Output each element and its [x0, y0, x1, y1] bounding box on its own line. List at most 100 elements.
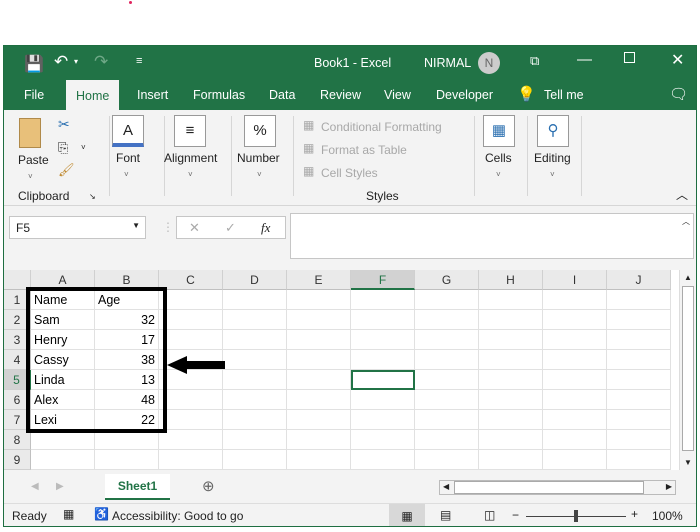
alignment-button[interactable]: Alignment [164, 151, 217, 165]
minimize-icon[interactable]: — [577, 51, 592, 68]
format-painter-icon[interactable]: 🖌 [58, 162, 75, 178]
cell-C8[interactable] [159, 430, 223, 450]
cell-H4[interactable] [479, 350, 543, 370]
column-header-J[interactable]: J [607, 270, 671, 290]
cut-icon[interactable]: ✂ [58, 116, 70, 133]
accessibility-icon[interactable]: ♿ [94, 507, 109, 521]
close-icon[interactable]: ✕ [671, 50, 684, 70]
cell-G6[interactable] [415, 390, 479, 410]
undo-dropdown-icon[interactable]: ▾ [74, 57, 78, 66]
column-header-C[interactable]: C [159, 270, 223, 290]
cell-H7[interactable] [479, 410, 543, 430]
cell-D1[interactable] [223, 290, 287, 310]
macro-record-icon[interactable]: ▦ [63, 507, 74, 521]
cell-E3[interactable] [287, 330, 351, 350]
zoom-out-button[interactable]: − [512, 508, 519, 522]
expand-formula-bar-icon[interactable]: ︿ [682, 216, 690, 227]
cell-G3[interactable] [415, 330, 479, 350]
maximize-icon[interactable] [624, 52, 635, 63]
cell-G7[interactable] [415, 410, 479, 430]
cell-D5[interactable] [223, 370, 287, 390]
cell-F2[interactable] [351, 310, 415, 330]
cell-E5[interactable] [287, 370, 351, 390]
column-header-G[interactable]: G [415, 270, 479, 290]
cell-D9[interactable] [223, 450, 287, 470]
name-box[interactable]: F5 ▼ [9, 216, 146, 239]
cell-I5[interactable] [543, 370, 607, 390]
cell-G5[interactable] [415, 370, 479, 390]
cell-F3[interactable] [351, 330, 415, 350]
cell-J7[interactable] [607, 410, 671, 430]
cell-I1[interactable] [543, 290, 607, 310]
cell-H5[interactable] [479, 370, 543, 390]
cell-J1[interactable] [607, 290, 671, 310]
insert-function-button[interactable]: fx [261, 220, 270, 236]
cell-A9[interactable] [31, 450, 95, 470]
cells-icon[interactable]: ▦ [483, 115, 515, 147]
cell-G1[interactable] [415, 290, 479, 310]
editing-button[interactable]: Editing [534, 151, 571, 165]
paste-icon[interactable] [19, 118, 41, 148]
cell-E6[interactable] [287, 390, 351, 410]
cell-J3[interactable] [607, 330, 671, 350]
row-header-9[interactable]: 9 [4, 450, 31, 470]
cell-D3[interactable] [223, 330, 287, 350]
cell-H9[interactable] [479, 450, 543, 470]
cell-F9[interactable] [351, 450, 415, 470]
cell-C1[interactable] [159, 290, 223, 310]
column-header-F[interactable]: F [351, 270, 415, 290]
cell-E7[interactable] [287, 410, 351, 430]
customize-qat-icon[interactable]: ≡ [136, 55, 142, 67]
cell-G9[interactable] [415, 450, 479, 470]
cell-C9[interactable] [159, 450, 223, 470]
tab-file[interactable]: File [24, 88, 44, 102]
font-button[interactable]: Font [116, 151, 140, 165]
cell-H2[interactable] [479, 310, 543, 330]
page-break-view-icon[interactable]: ◫ [484, 508, 495, 522]
cells-button[interactable]: Cells [485, 151, 512, 165]
vertical-scrollbar[interactable]: ▲ ▼ [679, 270, 696, 470]
cell-I2[interactable] [543, 310, 607, 330]
cell-B8[interactable] [95, 430, 159, 450]
cell-F1[interactable] [351, 290, 415, 310]
save-icon[interactable]: 💾 [24, 54, 44, 74]
cell-G4[interactable] [415, 350, 479, 370]
number-button[interactable]: Number [237, 151, 280, 165]
cell-H1[interactable] [479, 290, 543, 310]
column-header-I[interactable]: I [543, 270, 607, 290]
cell-I3[interactable] [543, 330, 607, 350]
cell-F6[interactable] [351, 390, 415, 410]
column-header-E[interactable]: E [287, 270, 351, 290]
cell-F4[interactable] [351, 350, 415, 370]
cell-D4[interactable] [223, 350, 287, 370]
horizontal-scrollbar[interactable]: ◀ ▶ [439, 480, 676, 495]
add-sheet-icon[interactable]: ⊕ [202, 477, 215, 495]
zoom-slider-thumb[interactable] [574, 510, 578, 522]
cell-A8[interactable] [31, 430, 95, 450]
cell-J2[interactable] [607, 310, 671, 330]
formula-input[interactable] [290, 213, 694, 259]
cell-E8[interactable] [287, 430, 351, 450]
ribbon-display-icon[interactable]: ⧉ [530, 53, 539, 69]
cell-J4[interactable] [607, 350, 671, 370]
cell-H6[interactable] [479, 390, 543, 410]
zoom-level[interactable]: 100% [652, 509, 683, 523]
clipboard-launcher-icon[interactable]: ↘ [89, 192, 96, 201]
number-icon[interactable]: % [244, 115, 276, 147]
tell-me-search[interactable]: Tell me [544, 88, 584, 102]
avatar[interactable]: N [478, 52, 500, 74]
cell-I6[interactable] [543, 390, 607, 410]
paste-dropdown-icon[interactable]: ˅ [28, 172, 33, 181]
cell-F8[interactable] [351, 430, 415, 450]
cell-E1[interactable] [287, 290, 351, 310]
zoom-in-button[interactable]: + [631, 507, 638, 521]
cell-I7[interactable] [543, 410, 607, 430]
collapse-ribbon-icon[interactable]: ︿ [676, 186, 688, 203]
find-icon[interactable]: ⚲ [537, 115, 569, 147]
prev-sheet-icon[interactable]: ◀ [31, 481, 39, 492]
cell-J5[interactable] [607, 370, 671, 390]
font-icon[interactable]: A [112, 115, 144, 147]
page-layout-view-icon[interactable]: ▤ [440, 508, 451, 522]
tab-insert[interactable]: Insert [137, 88, 168, 102]
cell-D2[interactable] [223, 310, 287, 330]
